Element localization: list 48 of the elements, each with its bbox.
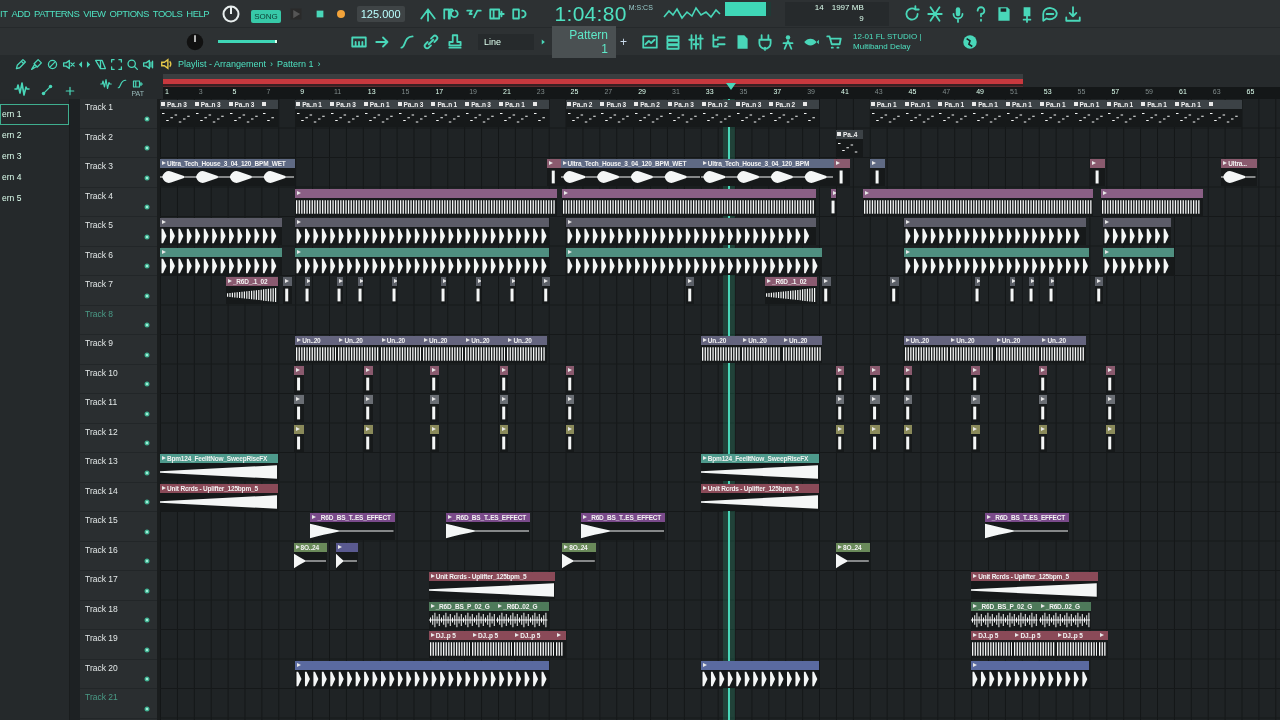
track-name[interactable]: Track 21: [85, 692, 118, 702]
breadcrumb-item[interactable]: Playlist - Arrangement: [178, 59, 267, 69]
track-name[interactable]: Track 6: [85, 249, 114, 260]
track-name[interactable]: Track 1: [85, 102, 114, 112]
menu-item[interactable]: PATTERNS: [34, 8, 80, 19]
track-name[interactable]: Track 9: [85, 338, 114, 348]
pattern-selector[interactable]: Pattern 1: [552, 25, 616, 58]
track-name[interactable]: Track 14: [85, 485, 118, 496]
pattern-item[interactable]: ern 1: [0, 104, 69, 125]
breadcrumb-item[interactable]: ›: [317, 59, 321, 69]
menu-item[interactable]: OPTIONS: [109, 8, 149, 19]
track-name[interactable]: Track 3: [85, 161, 114, 171]
track-name[interactable]: Track 13: [85, 456, 118, 466]
track-name[interactable]: Track 2: [85, 131, 114, 142]
track-name[interactable]: Track 12: [85, 426, 118, 437]
hint-text: Multiband Delay: [853, 41, 912, 52]
menu-item[interactable]: VIEW: [83, 8, 106, 19]
memory-value: 1997 MB: [831, 1, 864, 13]
pattern-item[interactable]: ern 4: [0, 167, 69, 188]
song-mode-button[interactable]: SONG: [251, 9, 281, 23]
time-display: 1:04:80: [554, 1, 627, 26]
track-name[interactable]: Track 4: [85, 190, 114, 201]
hint-text: 12-01 FL STUDIO |: [853, 31, 923, 42]
menu-item[interactable]: TOOLS: [152, 8, 183, 19]
breadcrumb-item[interactable]: Pattern 1: [277, 59, 314, 69]
track-name[interactable]: Track 19: [85, 633, 118, 643]
track-name[interactable]: Track 17: [85, 574, 118, 584]
track-name[interactable]: Track 8: [85, 308, 114, 319]
track-name[interactable]: Track 18: [85, 603, 118, 614]
pattern-item[interactable]: ern 2: [0, 125, 69, 146]
track-name[interactable]: Track 10: [85, 367, 118, 378]
snap-dropdown[interactable]: Line: [478, 33, 534, 50]
breadcrumb-item[interactable]: ›: [270, 59, 274, 69]
polyphony-value: 9: [859, 12, 864, 24]
track-name[interactable]: Track 15: [85, 515, 118, 525]
menu-item[interactable]: IT: [0, 8, 8, 19]
menu-item[interactable]: ADD: [11, 8, 30, 19]
track-name[interactable]: Track 7: [85, 279, 114, 289]
tempo-display[interactable]: 125.000: [356, 5, 405, 22]
track-name[interactable]: Track 16: [85, 544, 118, 555]
pattern-item[interactable]: ern 5: [0, 188, 69, 209]
track-name[interactable]: Track 11: [85, 397, 118, 407]
cpu-value: 14: [814, 1, 824, 13]
add-pattern-button[interactable]: +: [620, 34, 627, 49]
track-name[interactable]: Track 5: [85, 220, 114, 230]
menu-item[interactable]: HELP: [186, 8, 210, 19]
track-name[interactable]: Track 20: [85, 662, 118, 673]
pattern-item[interactable]: ern 3: [0, 146, 69, 167]
